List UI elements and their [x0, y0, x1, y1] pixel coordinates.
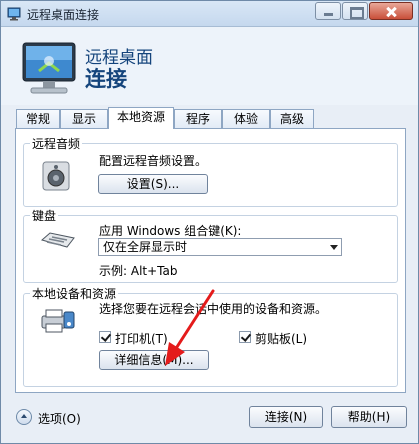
speaker-icon [42, 161, 70, 191]
annotation-arrow [165, 289, 215, 366]
devices-icon [41, 309, 75, 333]
title-bar: 远程桌面连接 [1, 1, 418, 27]
clipboard-label: 剪贴板(L) [255, 332, 308, 346]
chevron-down-icon [330, 245, 338, 250]
tab-local-resources[interactable]: 本地资源 [108, 107, 174, 129]
tab-general[interactable]: 常规 [16, 109, 60, 128]
tab-programs[interactable]: 程序 [174, 109, 222, 128]
help-button[interactable]: 帮助(H) [331, 406, 407, 428]
header-banner: 远程桌面 连接 [1, 27, 418, 105]
remote-audio-group: 远程音频 配置远程音频设置。 设置(S)... [23, 135, 398, 207]
keyboard-shortcut-label: 应用 Windows 组合键(K): [99, 224, 242, 238]
keyboard-combo-select[interactable]: 仅在全屏显示时 [98, 238, 342, 256]
monitor-icon [22, 42, 76, 94]
keyboard-icon [40, 232, 75, 248]
remote-desktop-icon [7, 7, 21, 21]
keyboard-group: 键盘 应用 Windows 组合键(K): 仅在全屏显示时 示例: Alt+Ta… [23, 207, 398, 283]
options-label[interactable]: 选项(O) [38, 410, 81, 427]
maximize-button[interactable] [342, 2, 368, 20]
tab-display[interactable]: 显示 [60, 109, 108, 128]
minimize-button[interactable] [315, 2, 341, 20]
audio-settings-button[interactable]: 设置(S)... [98, 174, 208, 194]
audio-description: 配置远程音频设置。 [99, 154, 208, 168]
close-button[interactable] [369, 2, 413, 20]
tab-experience[interactable]: 体验 [222, 109, 270, 128]
options-toggle-icon[interactable] [16, 409, 32, 425]
remote-audio-title: 远程音频 [30, 135, 83, 152]
keyboard-title: 键盘 [30, 207, 59, 224]
keyboard-example: 示例: Alt+Tab [99, 264, 178, 278]
remote-desktop-window: 远程桌面连接 远程桌面 连接 常规 显示 本地资源 程序 体验 高级 远程音频 [0, 0, 419, 444]
printer-checkbox[interactable] [99, 331, 111, 343]
window-controls [314, 2, 413, 22]
keyboard-combo-value: 仅在全屏显示时 [103, 240, 188, 254]
connect-button[interactable]: 连接(N) [249, 406, 323, 428]
window-title: 远程桌面连接 [27, 8, 100, 22]
clipboard-checkbox[interactable] [239, 331, 251, 343]
tab-advanced[interactable]: 高级 [270, 109, 314, 128]
header-title-line2: 连接 [85, 67, 127, 91]
